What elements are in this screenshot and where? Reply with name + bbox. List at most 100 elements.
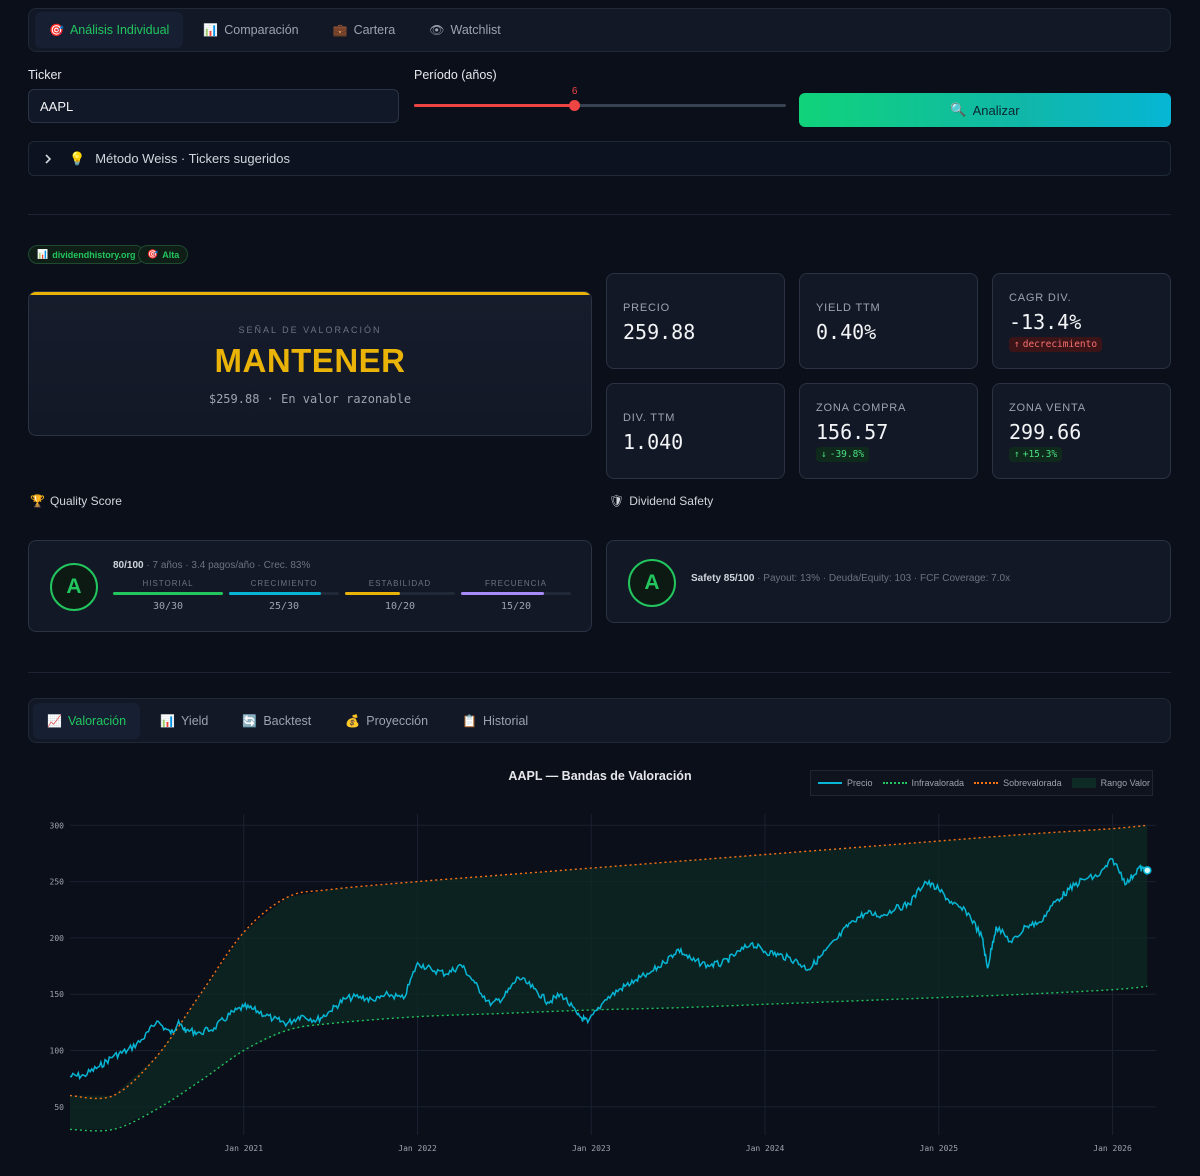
metric-label: CAGR DIV. xyxy=(1009,292,1072,304)
tab-watchlist[interactable]: 👁 Watchlist xyxy=(415,12,514,48)
tab-cartera[interactable]: 💼 Cartera xyxy=(319,12,410,48)
arrow-down-icon: ↓ xyxy=(821,449,827,460)
signal-description: $259.88 · En valor razonable xyxy=(208,392,412,406)
tab-yield[interactable]: 📊 Yield xyxy=(146,703,222,739)
tab-proyeccion[interactable]: 💰 Proyección xyxy=(331,703,442,739)
value-range-area xyxy=(70,825,1148,1130)
tab-valoracion[interactable]: 📈 Valoración xyxy=(33,702,141,739)
safety-meta: · Payout: 13% · Deuda/Equity: 103 · FCF … xyxy=(754,573,1011,584)
y-tick-label: 100 xyxy=(50,1047,65,1056)
sell-zone-badge: ↑ +15.3% xyxy=(1009,447,1063,462)
source-text: dividendhistory.org xyxy=(52,249,136,260)
legend-item-rango-valor[interactable]: Rango Valor xyxy=(1071,778,1150,788)
clipboard-icon: 📋 xyxy=(462,713,478,728)
signal-accent-line xyxy=(29,292,591,295)
arrow-up-icon: ↑ xyxy=(1014,449,1020,460)
metric-value: 259.88 xyxy=(623,320,696,344)
tab-label: Cartera xyxy=(353,23,396,37)
expander-label: Método Weiss · Tickers sugeridos xyxy=(95,151,291,166)
analyze-label: Analizar xyxy=(972,102,1020,118)
target-icon: 🎯 xyxy=(49,23,64,37)
quality-score-card: A 80/100 · 7 años · 3.4 pagos/año · Crec… xyxy=(28,540,592,632)
legend-item-precio[interactable]: Precio xyxy=(818,778,873,788)
component-label: ESTABILIDAD xyxy=(368,579,432,588)
slider-fill xyxy=(414,104,575,107)
legend-label: Sobrevalorada xyxy=(1003,778,1062,788)
ticker-input[interactable] xyxy=(28,89,399,123)
safety-grade: A xyxy=(628,559,676,607)
tab-label: Análisis Individual xyxy=(69,23,170,37)
x-tick-label: Jan 2021 xyxy=(224,1144,263,1153)
dividend-safety-card: A Safety 85/100 · Payout: 13% · Deuda/Eq… xyxy=(606,540,1171,623)
chart-tabbar: 📈 Valoración 📊 Yield 🔄 Backtest 💰 Proyec… xyxy=(28,698,1171,743)
metric-value: 299.66 xyxy=(1009,420,1082,444)
component-bar-fill xyxy=(113,592,223,595)
line-chart-icon: 📈 xyxy=(47,713,62,728)
quality-component-estabilidad: ESTABILIDAD 10/20 xyxy=(345,579,455,612)
tab-label: Historial xyxy=(483,713,529,728)
metric-div-ttm: DIV. TTM 1.040 xyxy=(606,383,785,479)
legend-label: Infravalorada xyxy=(911,778,965,788)
weiss-expander[interactable]: 💡 Método Weiss · Tickers sugeridos xyxy=(28,141,1171,176)
chart-icon: 📊 xyxy=(37,249,49,259)
component-value: 30/30 xyxy=(152,601,184,612)
legend-swatch xyxy=(1071,778,1096,788)
legend-label: Rango Valor xyxy=(1100,778,1150,788)
current-price-marker[interactable] xyxy=(1143,866,1152,875)
component-value: 25/30 xyxy=(268,601,300,612)
trophy-icon: 🏆 xyxy=(30,494,45,508)
tab-label: Backtest xyxy=(263,713,312,728)
tab-backtest[interactable]: 🔄 Backtest xyxy=(228,703,325,739)
period-label: Período (años) xyxy=(414,68,497,82)
metric-label: YIELD TTM xyxy=(816,302,881,314)
tab-label: Valoración xyxy=(67,713,127,728)
metric-zona-compra: ZONA COMPRA 156.57 ↓ -39.8% xyxy=(799,383,978,479)
tab-label: Yield xyxy=(181,713,209,728)
tab-label: Comparación xyxy=(224,23,299,37)
tab-label: Proyección xyxy=(366,713,429,728)
slider-thumb[interactable] xyxy=(569,100,581,111)
lightbulb-icon: 💡 xyxy=(69,150,86,166)
briefcase-icon: 💼 xyxy=(332,23,348,37)
tab-comparacion[interactable]: 📊 Comparación xyxy=(189,12,312,48)
badge-text: decrecimiento xyxy=(1022,339,1098,350)
dividend-safety-title: 🛡 Dividend Safety xyxy=(609,494,713,508)
period-slider[interactable]: 6 xyxy=(414,86,786,116)
quality-score-value: 80/100 xyxy=(113,560,144,571)
decrease-badge: ↑ decrecimiento xyxy=(1009,337,1103,352)
y-tick-label: 200 xyxy=(50,934,65,943)
metric-zona-venta: ZONA VENTA 299.66 ↑ +15.3% xyxy=(992,383,1171,479)
source-pill: 📊 dividendhistory.org xyxy=(28,245,145,264)
component-bar-fill xyxy=(461,592,544,595)
valuation-chart: 50 100 150 200 250 300 Jan 2021 Jan 2022 Jan 202… xyxy=(28,752,1171,1172)
tab-analisis-individual[interactable]: 🎯 Análisis Individual xyxy=(35,12,184,48)
y-tick-label: 250 xyxy=(50,878,65,887)
component-bar xyxy=(461,592,571,595)
analyze-button[interactable]: 🔍 Analizar xyxy=(799,93,1171,127)
badge-text: -39.8% xyxy=(829,449,865,460)
quality-summary: 80/100 · 7 años · 3.4 pagos/año · Crec. … xyxy=(113,560,310,571)
quality-meta: · 7 años · 3.4 pagos/año · Crec. 83% xyxy=(143,560,311,571)
y-tick-label: 150 xyxy=(50,990,65,999)
bar-chart-icon: 📊 xyxy=(160,713,176,728)
section-title-text: Dividend Safety xyxy=(629,494,714,508)
legend-item-sobrevalorada[interactable]: Sobrevalorada xyxy=(974,778,1062,788)
valuation-chart-svg: 50 100 150 200 250 300 Jan 2021 Jan 2022 Jan 202… xyxy=(50,769,1156,1153)
quality-component-crecimiento: CRECIMIENTO 25/30 xyxy=(229,579,339,612)
badge-text: +15.3% xyxy=(1022,449,1058,460)
metric-label: DIV. TTM xyxy=(623,412,676,424)
search-icon: 🔍 xyxy=(950,102,967,117)
tab-historial[interactable]: 📋 Historial xyxy=(448,703,542,739)
divider xyxy=(28,214,1171,215)
quality-component-historial: HISTORIAL 30/30 xyxy=(113,579,223,612)
metric-yield: YIELD TTM 0.40% xyxy=(799,273,978,369)
section-title-text: Quality Score xyxy=(49,494,122,508)
ticker-label: Ticker xyxy=(28,68,62,82)
x-tick-label: Jan 2024 xyxy=(746,1144,785,1153)
legend-item-infravalorada[interactable]: Infravalorada xyxy=(882,778,965,788)
legend-swatch xyxy=(974,782,999,784)
component-value: 10/20 xyxy=(384,601,416,612)
divider xyxy=(28,672,1171,673)
component-bar xyxy=(229,592,339,595)
bar-chart-icon: 📊 xyxy=(203,23,219,37)
